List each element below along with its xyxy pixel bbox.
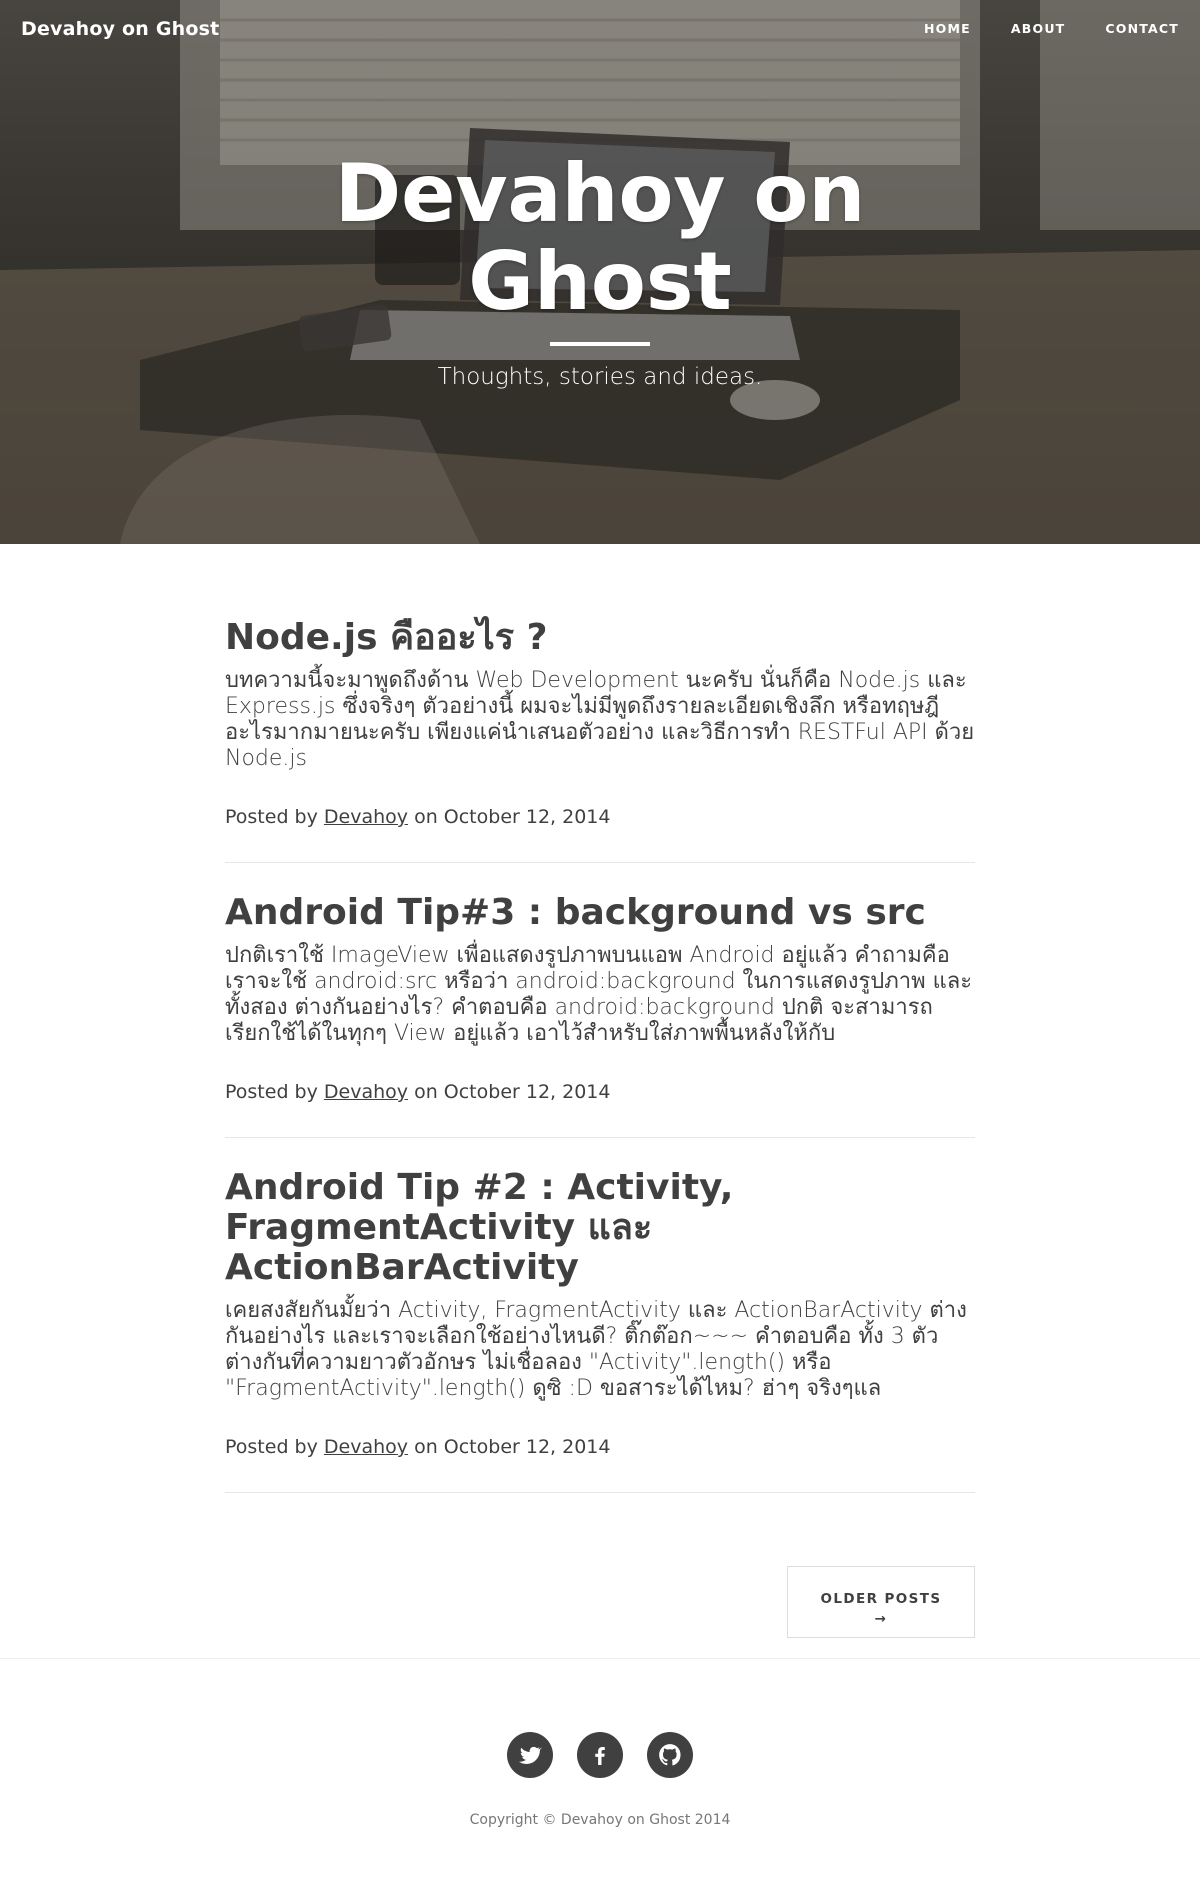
facebook-icon [595, 1747, 605, 1765]
post-meta: Posted by Devahoy on October 12, 2014 [225, 1436, 975, 1458]
post-title-link[interactable]: Node.js คืออะไร ? [225, 618, 975, 658]
pager: OLDER POSTS → [787, 1566, 975, 1638]
post-author-link[interactable]: Devahoy [324, 1436, 408, 1458]
post-meta: Posted by Devahoy on October 12, 2014 [225, 806, 975, 828]
copyright-text: Copyright © Devahoy on Ghost 2014 [469, 1812, 731, 1828]
post-meta-prefix: Posted by [225, 806, 318, 828]
facebook-link[interactable] [577, 1732, 623, 1778]
heading-divider [550, 342, 650, 346]
older-posts-button[interactable]: OLDER POSTS → [787, 1566, 975, 1638]
post-title-link[interactable]: Android Tip #2 : Activity, FragmentActiv… [225, 1168, 975, 1288]
github-link[interactable] [647, 1732, 693, 1778]
nav-about-link[interactable]: ABOUT [1011, 21, 1066, 36]
post-meta-prefix: Posted by [225, 1081, 318, 1103]
post-preview: Node.js คืออะไร ? บทความนี้จะมาพูดถึงด้า… [225, 618, 975, 863]
post-date: on October 12, 2014 [414, 806, 611, 828]
post-author-link[interactable]: Devahoy [324, 1081, 408, 1103]
hero-header: Devahoy on Ghost HOME ABOUT CONTACT Deva… [0, 0, 1200, 544]
post-list: Node.js คืออะไร ? บทความนี้จะมาพูดถึงด้า… [225, 618, 975, 1523]
post-excerpt[interactable]: เคยสงสัยกันมั้ยว่า Activity, FragmentAct… [225, 1298, 975, 1402]
post-preview: Android Tip #2 : Activity, FragmentActiv… [225, 1168, 975, 1493]
post-excerpt[interactable]: ปกติเราใช้ ImageView เพื่อแสดงรูปภาพบนแอ… [225, 943, 975, 1047]
post-meta-prefix: Posted by [225, 1436, 318, 1458]
site-heading: Devahoy on Ghost [334, 147, 866, 328]
post-date: on October 12, 2014 [414, 1436, 611, 1458]
post-preview: Android Tip#3 : background vs src ปกติเร… [225, 893, 975, 1138]
arrow-right-icon: → [874, 1611, 888, 1627]
hero-heading-block: Devahoy on Ghost Thoughts, stories and i… [0, 147, 1200, 391]
github-icon [659, 1744, 681, 1766]
post-meta: Posted by Devahoy on October 12, 2014 [225, 1081, 975, 1103]
older-posts-label: OLDER POSTS [820, 1591, 942, 1607]
post-author-link[interactable]: Devahoy [324, 806, 408, 828]
twitter-icon [519, 1746, 542, 1764]
nav-contact-link[interactable]: CONTACT [1105, 21, 1179, 36]
nav-home-link[interactable]: HOME [924, 21, 971, 36]
post-excerpt[interactable]: บทความนี้จะมาพูดถึงด้าน Web Development … [225, 668, 975, 772]
brand-link[interactable]: Devahoy on Ghost [21, 18, 219, 40]
post-date: on October 12, 2014 [414, 1081, 611, 1103]
post-title-link[interactable]: Android Tip#3 : background vs src [225, 893, 975, 933]
footer-divider [0, 1658, 1200, 1659]
site-subheading: Thoughts, stories and ideas. [437, 364, 763, 390]
main-nav: HOME ABOUT CONTACT [924, 21, 1179, 36]
social-links [0, 1732, 1200, 1778]
twitter-link[interactable] [507, 1732, 553, 1778]
